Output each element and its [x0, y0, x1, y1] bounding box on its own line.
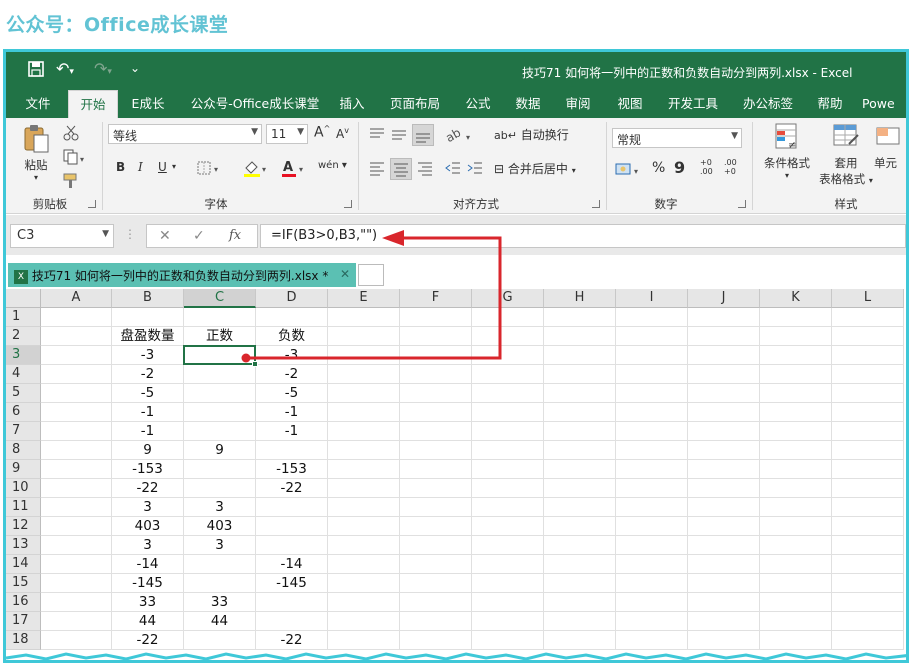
excel-window: ↶▾ ↷▾ ⌄ 技巧71 如何将一列中的正数和负数自动分到两列.xlsx - E… — [3, 49, 909, 663]
annotation-arrow — [241, 230, 502, 363]
torn-edge — [6, 652, 906, 660]
page-caption: 公众号：Office成长课堂 — [6, 14, 229, 36]
